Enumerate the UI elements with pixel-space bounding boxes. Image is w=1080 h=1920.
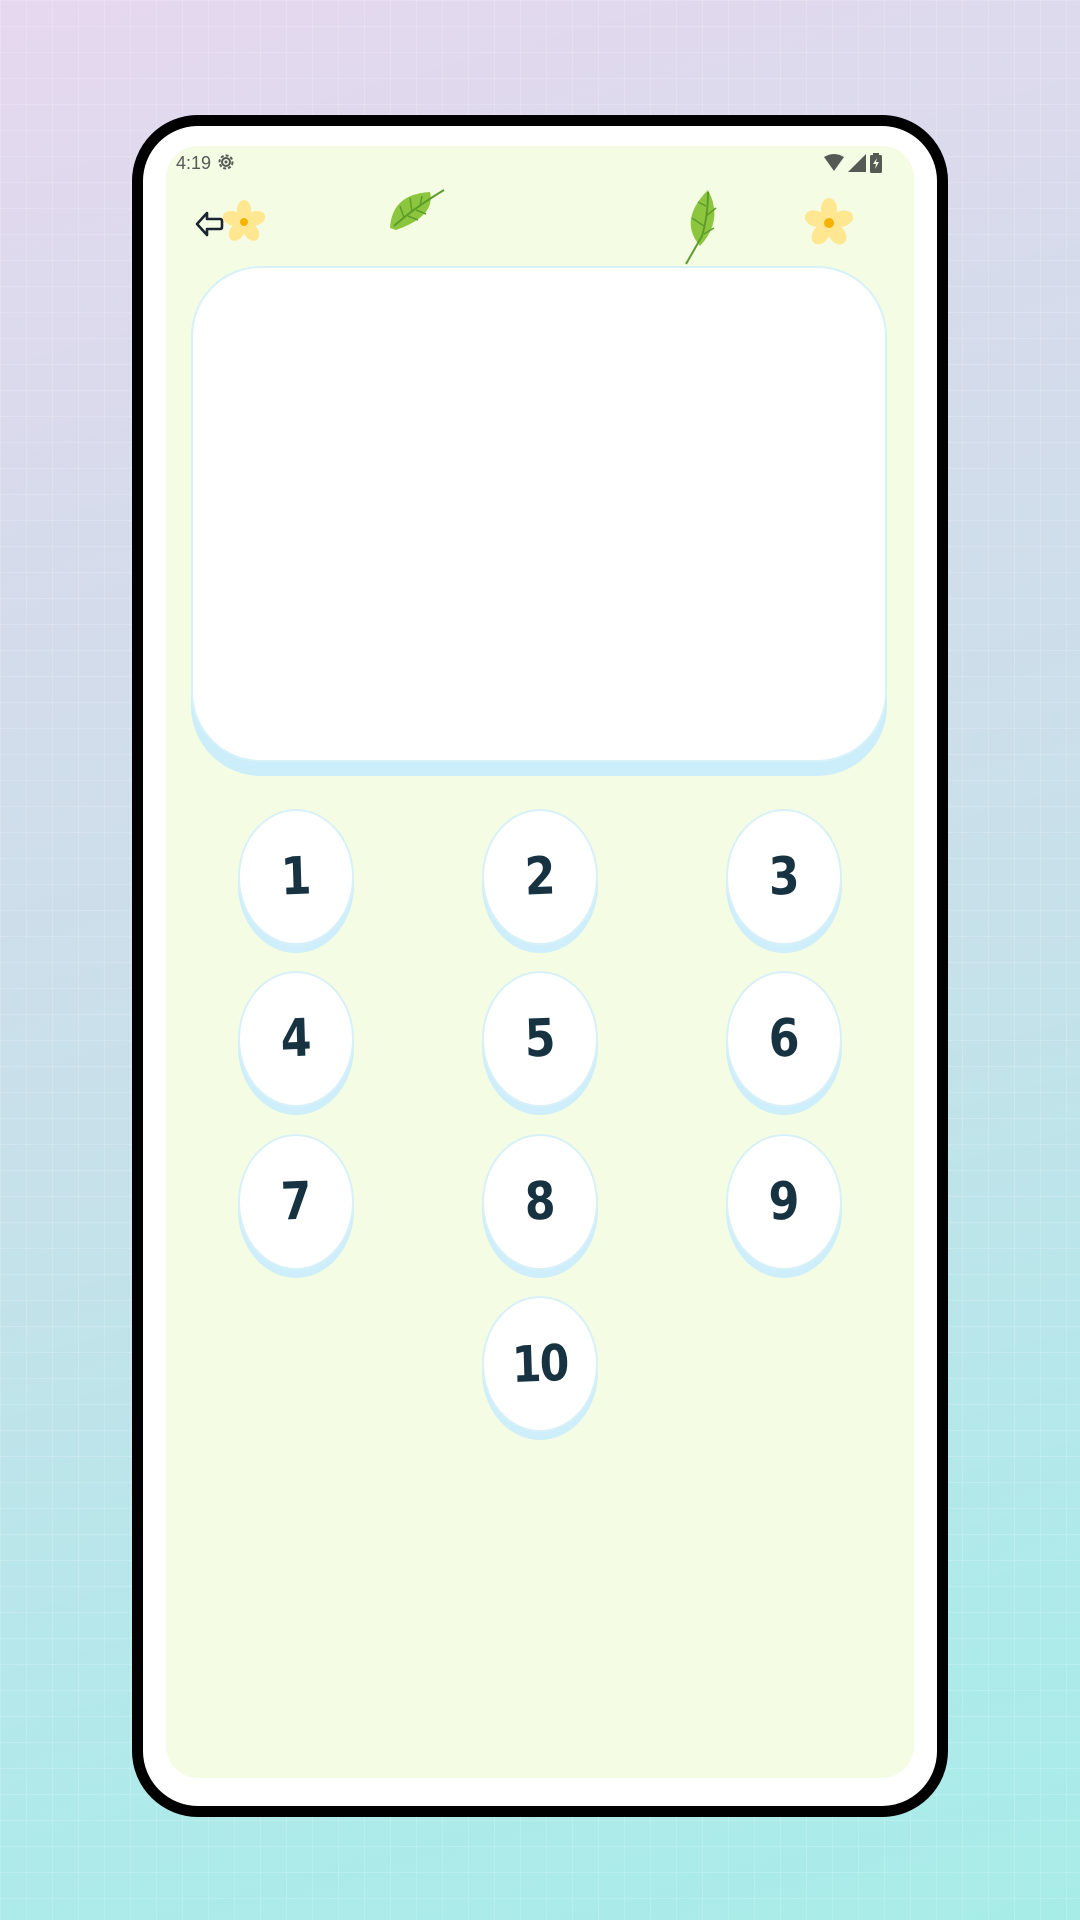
cell-signal-icon bbox=[848, 154, 866, 172]
back-arrow-icon bbox=[195, 211, 224, 237]
flower-icon bbox=[804, 198, 854, 245]
number-button-4[interactable]: 4 bbox=[238, 971, 354, 1107]
number-button-9[interactable]: 9 bbox=[726, 1134, 842, 1270]
number-button-3[interactable]: 3 bbox=[726, 809, 842, 945]
status-time: 4:19 bbox=[176, 153, 212, 173]
number-button-7[interactable]: 7 bbox=[238, 1134, 354, 1270]
number-label: 1 bbox=[279, 846, 313, 908]
app-screen: 4:19 1 2 3 4 5 6 7 8 9 10 bbox=[166, 146, 914, 1778]
number-label: 2 bbox=[523, 846, 557, 908]
wifi-icon bbox=[824, 154, 844, 171]
number-label: 3 bbox=[767, 846, 801, 908]
status-bar: 4:19 bbox=[166, 146, 914, 184]
number-label: 7 bbox=[279, 1171, 313, 1233]
number-button-8[interactable]: 8 bbox=[482, 1134, 598, 1270]
leaf-icon bbox=[685, 190, 717, 265]
number-label: 6 bbox=[767, 1008, 801, 1070]
number-label: 5 bbox=[523, 1008, 557, 1070]
answer-display bbox=[191, 266, 887, 762]
number-button-2[interactable]: 2 bbox=[482, 809, 598, 945]
settings-icon bbox=[218, 154, 234, 170]
number-button-1[interactable]: 1 bbox=[238, 809, 354, 945]
number-label: 10 bbox=[511, 1333, 569, 1395]
number-button-10[interactable]: 10 bbox=[482, 1296, 598, 1432]
number-button-6[interactable]: 6 bbox=[726, 971, 842, 1107]
number-label: 9 bbox=[767, 1171, 801, 1233]
leaf-icon bbox=[390, 189, 445, 230]
number-label: 8 bbox=[523, 1171, 557, 1233]
status-icons bbox=[824, 152, 882, 174]
battery-icon bbox=[870, 153, 882, 173]
number-button-5[interactable]: 5 bbox=[482, 971, 598, 1107]
number-label: 4 bbox=[279, 1008, 313, 1070]
flower-icon bbox=[222, 200, 266, 241]
